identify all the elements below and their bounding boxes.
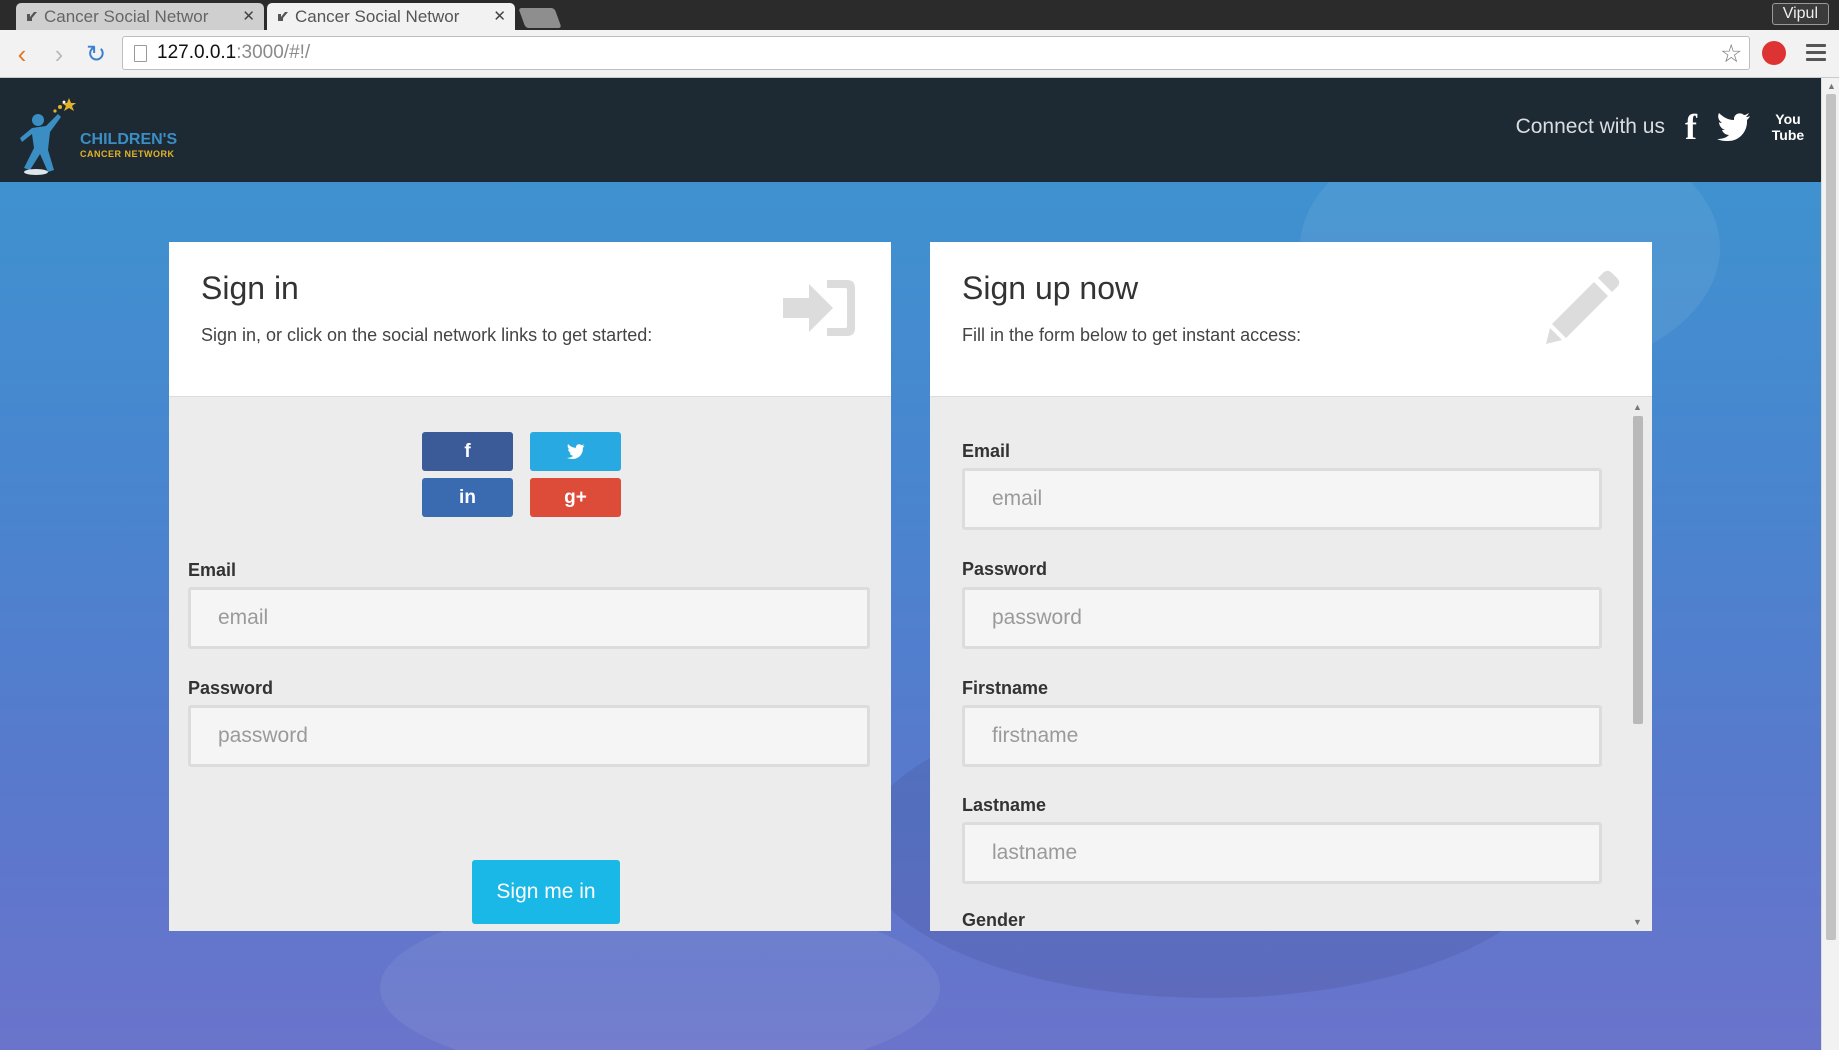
address-bar[interactable]: 127.0.0.1:3000/#!/: [122, 36, 1750, 70]
googleplus-icon: g+: [564, 486, 587, 508]
extension-stop-icon[interactable]: [1762, 41, 1786, 65]
signup-email-input[interactable]: [962, 468, 1602, 530]
twitter-login-button[interactable]: [530, 432, 621, 471]
signup-lastname-input[interactable]: [962, 822, 1602, 884]
site-header: CHILDREN'S CANCER NETWORK Connect with u…: [0, 78, 1821, 182]
signup-password-input[interactable]: [962, 587, 1602, 649]
signin-email-input[interactable]: [188, 587, 870, 649]
browser-tab-title: Cancer Social Networ: [44, 6, 209, 26]
page-icon: [134, 45, 147, 62]
new-tab-button[interactable]: [518, 8, 562, 28]
signin-password-label: Password: [188, 678, 274, 698]
back-icon[interactable]: ‹: [8, 39, 36, 69]
signin-subtitle: Sign in, or click on the social network …: [201, 325, 653, 345]
signin-email-label: Email: [188, 560, 237, 580]
signup-panel-header: Sign up now Fill in the form below to ge…: [930, 242, 1652, 397]
browser-toolbar: ‹ › ↻ 127.0.0.1:3000/#!/ ☆: [0, 30, 1839, 78]
googleplus-login-button[interactable]: g+: [530, 478, 621, 517]
logo-line-2: CANCER NETWORK: [80, 149, 175, 159]
signin-panel-header: Sign in Sign in, or click on the social …: [169, 242, 891, 397]
twitter-icon: [566, 444, 584, 459]
signup-title: Sign up now: [962, 270, 1139, 306]
connect-with-us: Connect with us f You Tube: [1516, 106, 1805, 148]
signup-firstname-label: Firstname: [962, 678, 1049, 698]
signin-title: Sign in: [201, 270, 299, 306]
page-viewport: CHILDREN'S CANCER NETWORK Connect with u…: [0, 78, 1821, 1050]
signup-subtitle: Fill in the form below to get instant ac…: [962, 325, 1302, 345]
reload-icon[interactable]: ↻: [82, 40, 110, 68]
browser-tab-1[interactable]: Cancer Social Networ ✕: [16, 3, 264, 30]
site-logo[interactable]: CHILDREN'S CANCER NETWORK: [18, 90, 178, 176]
logo-line-1: CHILDREN'S: [80, 131, 178, 148]
scroll-up-icon[interactable]: ▲: [1633, 402, 1642, 412]
signup-firstname-input[interactable]: [962, 705, 1602, 767]
child-star-logo-icon: [20, 98, 76, 175]
tab-close-icon[interactable]: ✕: [242, 7, 255, 25]
scroll-up-icon[interactable]: ▲: [1827, 81, 1836, 91]
scroll-down-icon[interactable]: ▼: [1633, 917, 1642, 927]
linkedin-icon: in: [459, 486, 476, 508]
page-scrollbar[interactable]: ▲: [1821, 78, 1839, 1050]
browser-tab-2[interactable]: Cancer Social Networ ✕: [267, 3, 515, 30]
url-path: :3000/#!/: [236, 42, 311, 63]
youtube-icon[interactable]: You Tube: [1771, 111, 1805, 143]
facebook-login-button[interactable]: f: [422, 432, 513, 471]
browser-menu-icon[interactable]: [1806, 44, 1826, 65]
facebook-icon[interactable]: f: [1685, 106, 1697, 148]
page-scroll-thumb[interactable]: [1826, 94, 1836, 940]
signup-password-label: Password: [962, 559, 1048, 579]
signup-panel: Sign up now Fill in the form below to ge…: [930, 242, 1652, 931]
browser-tab-title: Cancer Social Networ: [295, 6, 460, 26]
signup-gender-label: Gender: [962, 910, 1026, 930]
facebook-icon: f: [464, 440, 471, 462]
bookmark-star-icon[interactable]: ☆: [1720, 39, 1742, 69]
favicon-icon: [27, 12, 37, 21]
sign-in-icon: [783, 280, 855, 336]
signin-password-input[interactable]: [188, 705, 870, 767]
forward-icon[interactable]: ›: [45, 39, 73, 69]
browser-tabstrip: Cancer Social Networ ✕ Cancer Social Net…: [0, 0, 1839, 30]
connect-label: Connect with us: [1515, 115, 1665, 138]
signup-form-scrollbar[interactable]: ▲ ▼: [1630, 402, 1646, 927]
signup-email-label: Email: [962, 441, 1011, 461]
youtube-label: You Tube: [1771, 111, 1805, 143]
signup-lastname-label: Lastname: [962, 795, 1047, 815]
twitter-icon[interactable]: [1717, 113, 1751, 141]
pencil-icon: [1546, 270, 1620, 344]
sign-me-in-button[interactable]: Sign me in: [472, 860, 620, 924]
linkedin-login-button[interactable]: in: [422, 478, 513, 517]
signin-panel: Sign in Sign in, or click on the social …: [169, 242, 891, 931]
scroll-thumb[interactable]: [1633, 416, 1643, 724]
tab-close-icon[interactable]: ✕: [493, 7, 506, 25]
profile-button[interactable]: Vipul: [1771, 3, 1829, 25]
favicon-icon: [278, 12, 288, 21]
logo-text: CHILDREN'S CANCER NETWORK: [80, 132, 177, 162]
url-host: 127.0.0.1: [157, 42, 237, 63]
